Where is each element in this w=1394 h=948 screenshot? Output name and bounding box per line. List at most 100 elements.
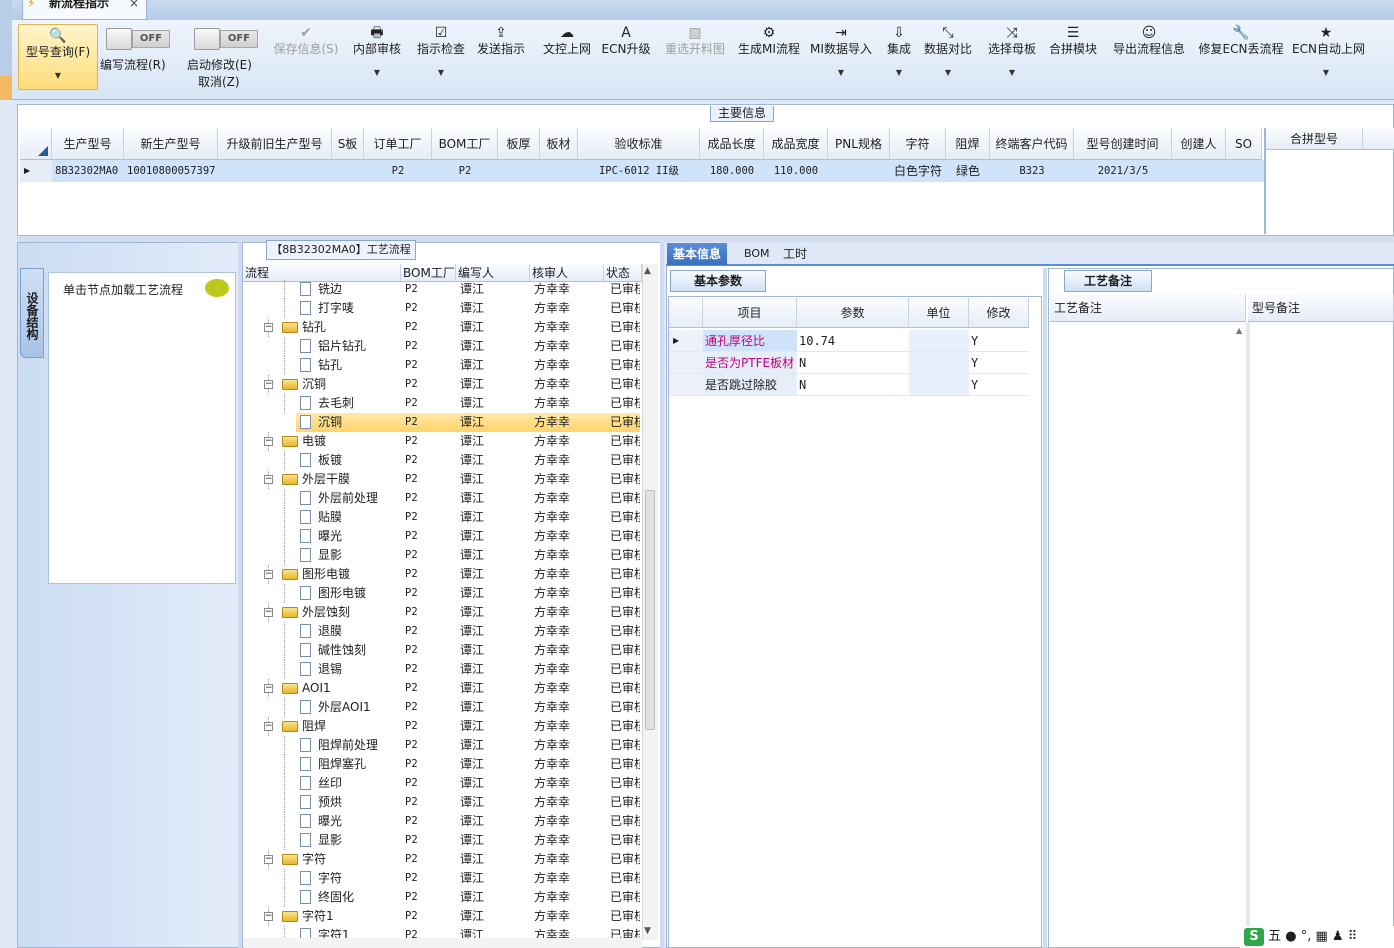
params-cell-value[interactable]: 10.74 <box>797 330 909 352</box>
tree-row[interactable]: − AOI1 P2 谭江 方幸幸 已审核 <box>244 679 640 698</box>
model-query-button[interactable]: 🔍 型号查询(F) ▼ <box>18 24 98 90</box>
merge-model-header[interactable]: 合拼型号 <box>1266 128 1362 150</box>
chevron-down-icon[interactable]: ▼ <box>808 68 874 77</box>
ribbon-button-4[interactable]: ⇪ 发送指示 <box>474 22 528 92</box>
table-cell[interactable] <box>540 160 578 182</box>
table-cell[interactable] <box>332 160 364 182</box>
tree-row[interactable]: 阻焊塞孔 P2 谭江 方幸幸 已审核 <box>244 755 640 774</box>
tree-row[interactable]: − 外层蚀刻 P2 谭江 方幸幸 已审核 <box>244 603 640 622</box>
params-cell-modify[interactable]: Y <box>969 330 1029 352</box>
params-cell-value[interactable]: N <box>797 352 909 374</box>
ribbon-button-9[interactable]: ⇥ MI数据导入 ▼ <box>808 22 874 92</box>
chevron-down-icon[interactable]: ▼ <box>922 68 974 77</box>
tree-row[interactable]: 打字唛 P2 谭江 方幸幸 已审核 <box>244 299 640 318</box>
chevron-down-icon[interactable]: ▼ <box>414 68 468 77</box>
right-splitter[interactable] <box>1043 268 1047 948</box>
tab-basic-info[interactable]: 基本信息 <box>667 243 728 265</box>
table-cell[interactable]: 白色字符 <box>890 160 946 182</box>
tree-row[interactable]: 去毛刺 P2 谭江 方幸幸 已审核 <box>244 394 640 413</box>
tree-row[interactable]: − 字符 P2 谭江 方幸幸 已审核 <box>244 850 640 869</box>
tree-row[interactable]: 退膜 P2 谭江 方幸幸 已审核 <box>244 622 640 641</box>
column-header[interactable]: S板 <box>332 128 364 160</box>
notes-column-splitter[interactable] <box>1246 322 1250 948</box>
tree-horizontal-scrollbar[interactable] <box>244 938 642 948</box>
middle-splitter[interactable] <box>660 242 664 948</box>
collapse-icon[interactable]: − <box>264 684 273 693</box>
tree-row[interactable]: 显影 P2 谭江 方幸幸 已审核 <box>244 546 640 565</box>
ribbon-button-12[interactable]: ⤨ 选择母板 ▼ <box>986 22 1038 92</box>
tree-row[interactable]: − 阻焊 P2 谭江 方幸幸 已审核 <box>244 717 640 736</box>
ribbon-button-15[interactable]: 🔧 修复ECN丢流程 <box>1198 22 1284 92</box>
tree-row[interactable]: 预烘 P2 谭江 方幸幸 已审核 <box>244 793 640 812</box>
column-header[interactable]: 终端客户代码 <box>990 128 1074 160</box>
notes-scroll-up-icon[interactable]: ▲ <box>1236 326 1242 335</box>
column-header[interactable]: 订单工厂 <box>364 128 432 160</box>
params-cell-item[interactable]: 通孔厚径比 <box>703 330 797 352</box>
ribbon-button-7[interactable]: ▧ 重选开料图 <box>658 22 732 92</box>
ribbon-button-3[interactable]: ☑ 指示检查 ▼ <box>414 22 468 92</box>
tree-row[interactable]: − 字符1 P2 谭江 方幸幸 已审核 <box>244 907 640 926</box>
tree-row[interactable]: 铝片钻孔 P2 谭江 方幸幸 已审核 <box>244 337 640 356</box>
ribbon-button-16[interactable]: ★ ECN自动上网 ▼ <box>1292 22 1365 92</box>
tree-scroll-thumb[interactable] <box>645 490 655 730</box>
tree-row[interactable]: 退锡 P2 谭江 方幸幸 已审核 <box>244 660 640 679</box>
model-notes-header[interactable]: 型号备注 <box>1248 294 1394 322</box>
params-column-header[interactable]: 参数 <box>797 298 909 328</box>
tab-new-flow-instruction[interactable]: ⚡ 新流程指示 × <box>22 0 147 20</box>
column-header[interactable]: 型号创建时间 <box>1074 128 1172 160</box>
table-cell[interactable]: 10010800057397 <box>124 160 218 182</box>
edit-flow-label[interactable]: 编写流程(R) <box>100 56 166 73</box>
table-cell[interactable] <box>1172 160 1226 182</box>
scroll-down-icon[interactable]: ▼ <box>644 926 651 936</box>
collapse-icon[interactable]: − <box>264 855 273 864</box>
params-column-header[interactable]: 修改 <box>969 298 1029 328</box>
ime-toolbar[interactable]: S 五 ● °, ▦ ♟ ⠿ <box>1240 926 1394 948</box>
tree-row[interactable]: − 外层干膜 P2 谭江 方幸幸 已审核 <box>244 470 640 489</box>
table-cell[interactable]: IPC-6012 II级 <box>578 160 700 182</box>
collapse-icon[interactable]: − <box>264 608 273 617</box>
start-modify-toggle[interactable]: OFF <box>194 28 260 50</box>
tree-row[interactable]: 终固化 P2 谭江 方幸幸 已审核 <box>244 888 640 907</box>
column-header[interactable]: 升级前旧生产型号 <box>218 128 332 160</box>
column-header[interactable]: BOM工厂 <box>432 128 498 160</box>
tree-row[interactable]: 贴膜 P2 谭江 方幸幸 已审核 <box>244 508 640 527</box>
chevron-down-icon[interactable]: ▼ <box>1292 68 1360 77</box>
params-cell-unit[interactable] <box>909 352 969 374</box>
params-cell-value[interactable]: N <box>797 374 909 396</box>
table-cell[interactable]: P2 <box>432 160 498 182</box>
ribbon-button-1[interactable]: ✔ 保存信息(S) <box>270 22 342 92</box>
table-cell[interactable]: 绿色 <box>946 160 990 182</box>
collapse-icon[interactable]: − <box>264 437 273 446</box>
close-icon[interactable]: × <box>129 0 139 9</box>
collapse-icon[interactable]: − <box>264 380 273 389</box>
chevron-down-icon[interactable]: ▼ <box>986 68 1038 77</box>
ribbon-button-5[interactable]: ☁ 文控上网 <box>539 22 595 92</box>
tree-row[interactable]: 字符 P2 谭江 方幸幸 已审核 <box>244 869 640 888</box>
params-cell-modify[interactable]: Y <box>969 352 1029 374</box>
column-header[interactable]: 阻焊 <box>946 128 990 160</box>
tree-row[interactable]: 板镀 P2 谭江 方幸幸 已审核 <box>244 451 640 470</box>
table-cell[interactable]: 110.000 <box>764 160 828 182</box>
params-cell-item[interactable]: 是否为PTFE板材 <box>703 352 797 374</box>
chevron-down-icon[interactable]: ▼ <box>884 68 914 77</box>
tree-row[interactable]: − 电镀 P2 谭江 方幸幸 已审核 <box>244 432 640 451</box>
table-cell[interactable]: 180.000 <box>700 160 764 182</box>
column-header[interactable]: 验收标准 <box>578 128 700 160</box>
cancel-button[interactable]: 取消(Z) <box>198 73 240 90</box>
edit-flow-toggle[interactable]: OFF <box>106 28 172 50</box>
column-header[interactable]: 字符 <box>890 128 946 160</box>
params-column-header[interactable]: 项目 <box>703 298 797 328</box>
table-cell[interactable] <box>498 160 540 182</box>
table-cell[interactable]: 8B32302MA0 <box>52 160 124 182</box>
collapse-icon[interactable]: − <box>264 323 273 332</box>
tree-row[interactable]: 沉铜 P2 谭江 方幸幸 已审核 <box>296 413 640 432</box>
tree-row[interactable]: 铣边 P2 谭江 方幸幸 已审核 <box>244 280 640 299</box>
collapse-icon[interactable]: − <box>264 570 273 579</box>
table-cell[interactable] <box>218 160 332 182</box>
tree-row[interactable]: 阻焊前处理 P2 谭江 方幸幸 已审核 <box>244 736 640 755</box>
collapse-icon[interactable]: − <box>264 475 273 484</box>
column-header[interactable]: 生产型号 <box>52 128 124 160</box>
ribbon-button-2[interactable]: 🖶 内部审核 ▼ <box>350 22 404 92</box>
ribbon-button-14[interactable]: ☺ 导出流程信息 <box>1110 22 1188 92</box>
tree-row[interactable]: 外层前处理 P2 谭江 方幸幸 已审核 <box>244 489 640 508</box>
